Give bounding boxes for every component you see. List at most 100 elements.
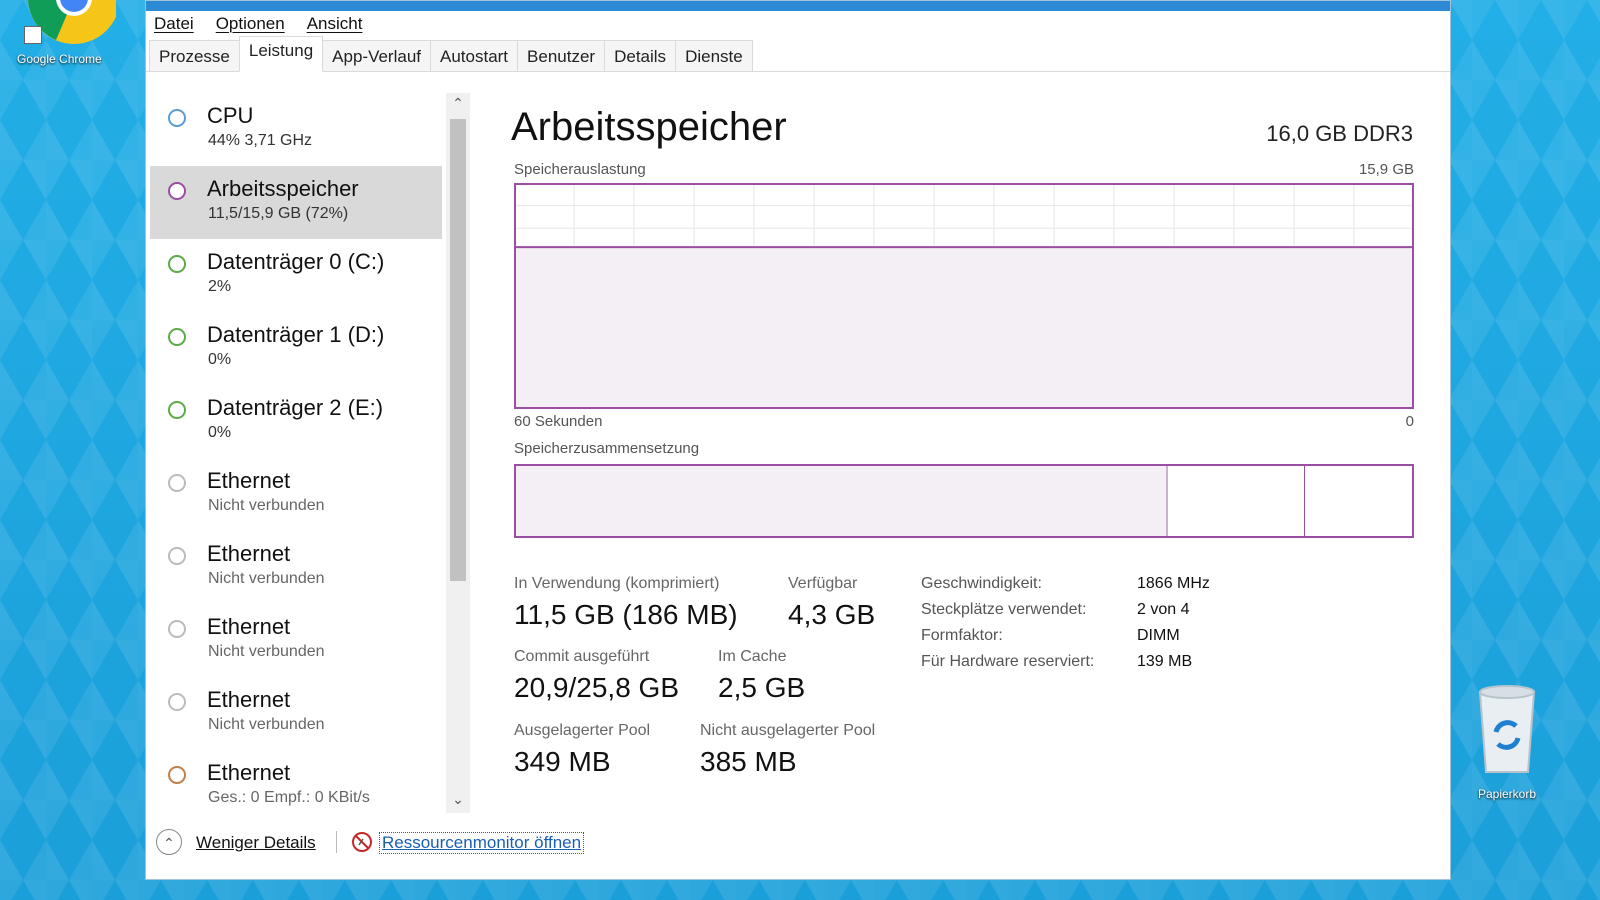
graph-label: Speicherauslastung — [514, 161, 646, 178]
resource-value: 44% 3,71 GHz — [208, 132, 313, 149]
detail-form-factor-label: Formfaktor: — [921, 627, 1003, 644]
stat-commit-label: Commit ausgeführt — [514, 648, 650, 665]
resource-item-ethernet[interactable]: Ethernet Nicht verbunden — [150, 677, 442, 750]
resource-item-ethernet[interactable]: Ethernet Nicht verbunden — [150, 458, 442, 531]
menu-ansicht[interactable]: Ansicht — [307, 14, 363, 34]
recycle-bin-icon — [1478, 685, 1536, 773]
resource-value: 2% — [208, 278, 232, 295]
resource-graph-icon — [168, 766, 186, 784]
resource-name: Ethernet — [207, 468, 291, 493]
detail-slots-label: Steckplätze verwendet: — [921, 601, 1087, 618]
menu-datei[interactable]: Datei — [154, 14, 194, 34]
resource-item-disk-2[interactable]: Datenträger 2 (E:) 0% — [150, 385, 442, 458]
resource-graph-icon — [168, 182, 186, 200]
stat-available-value: 4,3 GB — [788, 599, 876, 630]
composition-in-use — [516, 466, 1168, 536]
stat-cache-value: 2,5 GB — [718, 672, 806, 703]
memory-spec: 16,0 GB DDR3 — [1266, 121, 1413, 146]
resource-monitor-icon[interactable] — [351, 831, 373, 853]
tab-leistung[interactable]: Leistung — [238, 36, 324, 72]
resource-graph-icon — [168, 109, 186, 127]
menu-bar: Datei Optionen Ansicht — [146, 11, 1450, 37]
stat-nonpaged-pool-label: Nicht ausgelagerter Pool — [700, 722, 876, 739]
detail-reserved-label: Für Hardware reserviert: — [921, 653, 1095, 670]
desktop-icon-label: Google Chrome — [17, 52, 102, 66]
tab-bar: Prozesse Leistung App-Verlauf Autostart … — [146, 36, 1450, 72]
scroll-down-icon[interactable]: ⌄ — [446, 791, 470, 811]
memory-panel: Arbeitsspeicher 16,0 GB DDR3 Speicheraus… — [511, 91, 1421, 811]
composition-divider — [1304, 466, 1306, 536]
resource-item-disk-1[interactable]: Datenträger 1 (D:) 0% — [150, 312, 442, 385]
resource-graph-icon — [168, 401, 186, 419]
graph-time-label: 60 Sekunden — [514, 413, 603, 430]
resource-name: Ethernet — [207, 614, 291, 639]
tab-dienste[interactable]: Dienste — [675, 40, 753, 71]
resource-name: Arbeitsspeicher — [207, 176, 359, 201]
resource-item-disk-0[interactable]: Datenträger 0 (C:) 2% — [150, 239, 442, 312]
resource-item-ethernet[interactable]: Ethernet Ges.: 0 Empf.: 0 KBit/s — [150, 750, 442, 813]
detail-speed-label: Geschwindigkeit: — [921, 575, 1042, 592]
resource-graph-icon — [168, 547, 186, 565]
resource-item-ethernet[interactable]: Ethernet Nicht verbunden — [150, 604, 442, 677]
chrome-icon — [16, 0, 116, 50]
tab-benutzer[interactable]: Benutzer — [517, 40, 606, 71]
detail-slots-value: 2 von 4 — [1137, 601, 1190, 618]
stat-nonpaged-pool-value: 385 MB — [700, 746, 797, 777]
desktop-icon-label: Papierkorb — [1477, 787, 1537, 801]
resource-graph-icon — [168, 255, 186, 273]
title-bar[interactable] — [146, 1, 1450, 11]
open-resource-monitor-link[interactable]: Ressourcenmonitor öffnen — [379, 832, 585, 854]
sidebar-scrollbar[interactable]: ⌃ ⌄ — [446, 93, 470, 813]
resource-name: Datenträger 0 (C:) — [207, 249, 385, 274]
memory-usage-graph — [514, 183, 1414, 409]
resource-value: Nicht verbunden — [208, 716, 325, 733]
stat-commit-value: 20,9/25,8 GB — [514, 672, 680, 703]
resource-name: Ethernet — [207, 541, 291, 566]
scroll-up-icon[interactable]: ⌃ — [446, 95, 470, 115]
shortcut-arrow-icon — [24, 26, 42, 44]
stat-available-label: Verfügbar — [788, 575, 858, 592]
graph-zero-label: 0 — [1405, 413, 1414, 430]
detail-speed-value: 1866 MHz — [1137, 575, 1210, 592]
resource-item-cpu[interactable]: CPU 44% 3,71 GHz — [150, 93, 442, 166]
footer: ⌃ Weniger Details Ressourcenmonitor öffn… — [156, 829, 756, 859]
stat-paged-pool-value: 349 MB — [514, 746, 611, 777]
resource-value: 0% — [208, 424, 232, 441]
resource-graph-icon — [168, 693, 186, 711]
graph-max-label: 15,9 GB — [1358, 161, 1414, 178]
resource-name: Datenträger 1 (D:) — [207, 322, 385, 347]
fewer-details-button[interactable]: Weniger Details — [196, 833, 316, 853]
desktop-icon-recycle-bin[interactable]: Papierkorb — [1462, 682, 1552, 801]
resource-item-ethernet[interactable]: Ethernet Nicht verbunden — [150, 531, 442, 604]
memory-composition-bar — [514, 464, 1414, 538]
resource-value: 0% — [208, 351, 232, 368]
resource-name: CPU — [207, 103, 254, 128]
tab-details[interactable]: Details — [604, 40, 677, 71]
resource-graph-icon — [168, 474, 186, 492]
tab-app-verlauf[interactable]: App-Verlauf — [322, 40, 431, 71]
resource-value: Ges.: 0 Empf.: 0 KBit/s — [208, 789, 370, 806]
resource-graph-icon — [168, 620, 186, 638]
composition-label: Speicherzusammensetzung — [514, 440, 700, 457]
tab-autostart[interactable]: Autostart — [430, 40, 519, 71]
scrollbar-thumb[interactable] — [450, 119, 466, 581]
resource-value: 11,5/15,9 GB (72%) — [208, 205, 349, 222]
menu-optionen[interactable]: Optionen — [216, 14, 285, 34]
desktop-icon-chrome[interactable]: Google Chrome — [5, 0, 116, 66]
tab-prozesse[interactable]: Prozesse — [149, 40, 240, 71]
resource-name: Ethernet — [207, 760, 291, 785]
resource-graph-icon — [168, 328, 186, 346]
stat-in-use-label: In Verwendung (komprimiert) — [514, 575, 720, 592]
detail-reserved-value: 139 MB — [1137, 653, 1193, 670]
detail-form-factor-value: DIMM — [1137, 627, 1180, 644]
resource-value: Nicht verbunden — [208, 643, 325, 660]
page-title: Arbeitsspeicher — [511, 105, 787, 149]
resource-item-memory[interactable]: Arbeitsspeicher 11,5/15,9 GB (72%) — [150, 166, 442, 239]
resource-value: Nicht verbunden — [208, 570, 325, 587]
resource-name: Ethernet — [207, 687, 291, 712]
resource-value: Nicht verbunden — [208, 497, 325, 514]
stat-in-use-value: 11,5 GB (186 MB) — [514, 599, 738, 630]
chevron-up-icon[interactable]: ⌃ — [156, 829, 182, 855]
footer-divider — [336, 831, 337, 853]
resource-name: Datenträger 2 (E:) — [207, 395, 384, 420]
